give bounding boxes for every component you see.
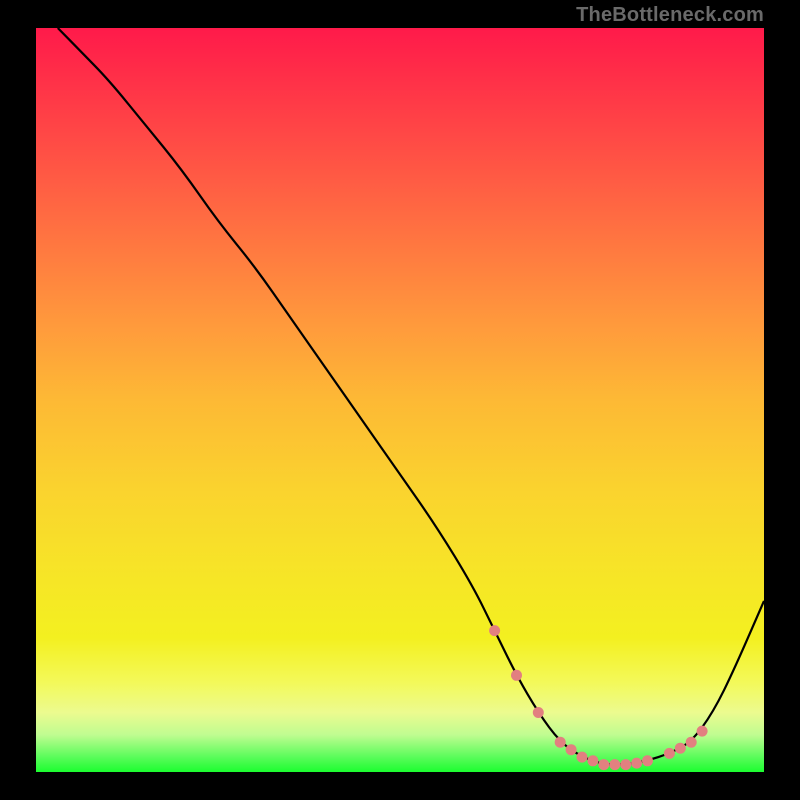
curve-marker: [587, 755, 598, 766]
curve-marker: [675, 743, 686, 754]
curve-marker: [555, 737, 566, 748]
plot-area: [36, 28, 764, 772]
curve-marker: [489, 625, 500, 636]
bottleneck-curve: [36, 28, 764, 772]
curve-marker: [686, 737, 697, 748]
curve-marker: [511, 670, 522, 681]
curve-marker: [598, 759, 609, 770]
curve-marker: [577, 752, 588, 763]
curve-marker: [697, 726, 708, 737]
curve-marker: [533, 707, 544, 718]
curve-markers: [489, 625, 707, 770]
chart-container: TheBottleneck.com: [0, 0, 800, 800]
curve-marker: [631, 758, 642, 769]
curve-line: [58, 28, 764, 765]
attribution-text: TheBottleneck.com: [576, 4, 764, 27]
curve-marker: [620, 759, 631, 770]
curve-marker: [642, 755, 653, 766]
curve-marker: [566, 744, 577, 755]
curve-marker: [609, 759, 620, 770]
curve-marker: [664, 748, 675, 759]
